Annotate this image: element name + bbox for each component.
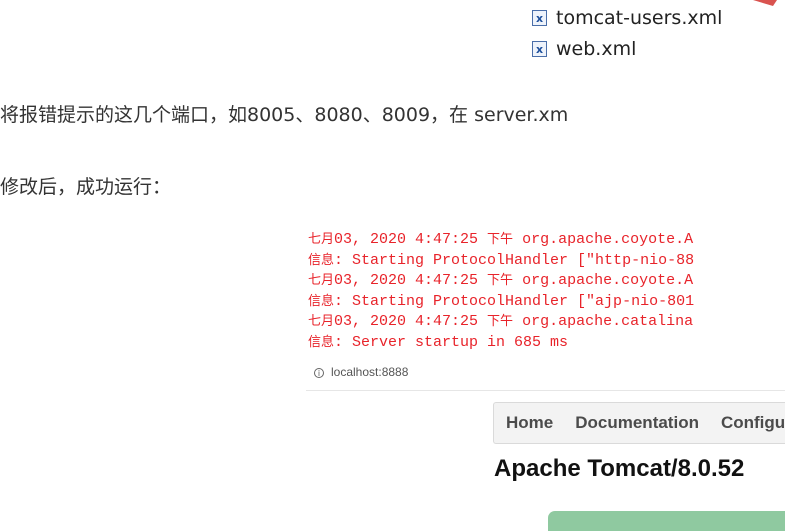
xml-file-icon: x	[532, 10, 547, 26]
tomcat-navbar: Home Documentation Configu	[493, 402, 785, 444]
log-line: 信息: Starting ProtocolHandler ["http-nio-…	[308, 251, 695, 269]
info-icon[interactable]: i	[314, 368, 324, 378]
address-bar[interactable]: i localhost:8888	[306, 358, 785, 391]
log-line: 七月03, 2020 4:47:25 下午 org.apache.coyote.…	[308, 272, 694, 289]
address-text: localhost:8888	[331, 365, 409, 379]
file-item-tomcat-users[interactable]: x tomcat-users.xml	[528, 4, 722, 32]
nav-home[interactable]: Home	[506, 413, 553, 433]
nav-documentation[interactable]: Documentation	[575, 413, 699, 433]
success-banner	[548, 511, 785, 531]
log-line: 信息: Server startup in 685 ms	[308, 333, 569, 351]
paragraph-success: 修改后，成功运行：	[0, 176, 172, 198]
page-title: Apache Tomcat/8.0.52	[494, 455, 745, 482]
paragraph-ports: 将报错提示的这几个端口，如8005、8080、8009，在 server.xm	[0, 104, 569, 126]
log-line: 七月03, 2020 4:47:25 下午 org.apache.catalin…	[308, 313, 694, 330]
file-name: tomcat-users.xml	[556, 7, 723, 29]
file-list: x tomcat-users.xml x web.xml	[528, 4, 722, 66]
file-item-web[interactable]: x web.xml	[528, 35, 722, 63]
console-log-screenshot: 七月03, 2020 4:47:25 下午 org.apache.coyote.…	[308, 230, 785, 355]
xml-file-icon: x	[532, 41, 547, 57]
log-line: 七月03, 2020 4:47:25 下午 org.apache.coyote.…	[308, 231, 694, 248]
log-line: 信息: Starting ProtocolHandler ["ajp-nio-8…	[308, 292, 695, 310]
nav-configuration[interactable]: Configu	[721, 413, 785, 433]
file-name: web.xml	[556, 38, 637, 60]
arrow-tip-decoration	[753, 0, 777, 6]
